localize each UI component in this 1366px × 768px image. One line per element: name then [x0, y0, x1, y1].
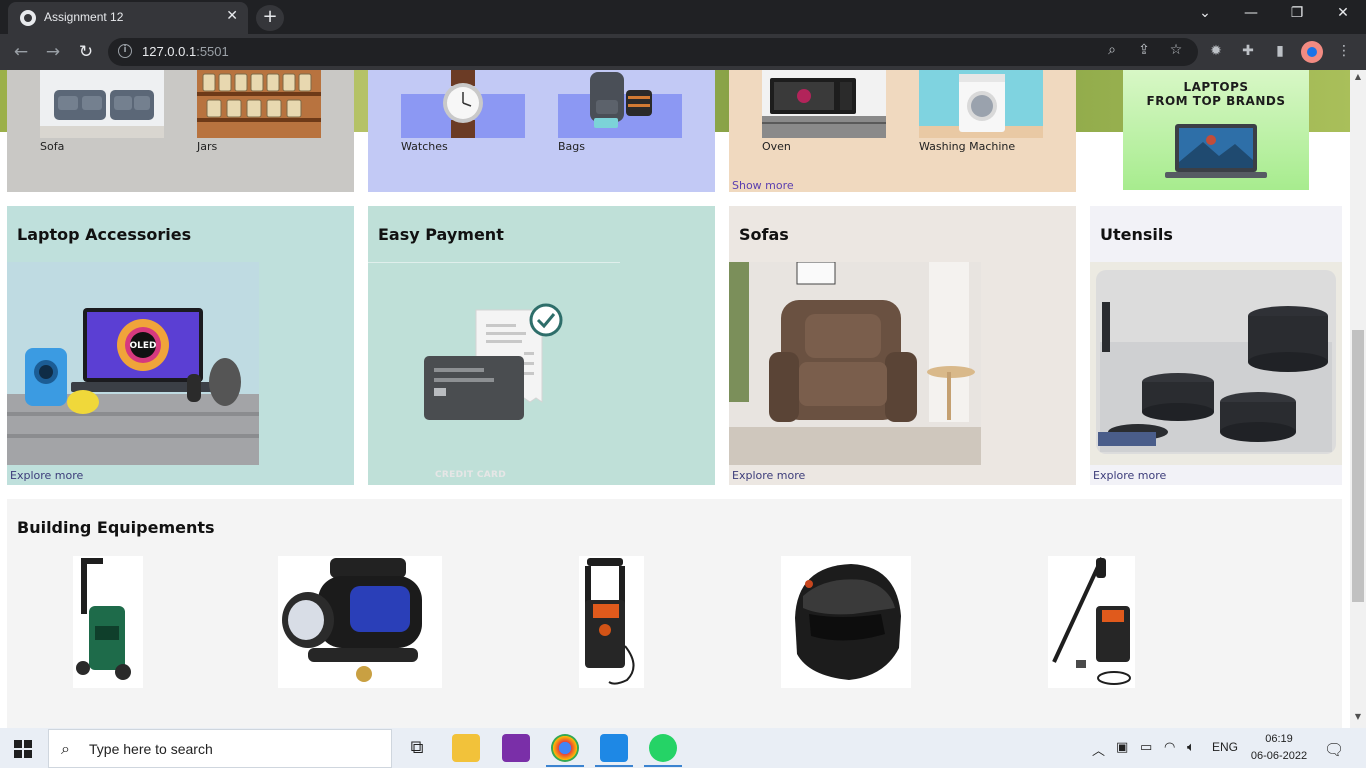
sofas-image[interactable] — [729, 262, 981, 465]
show-hidden-icons-chevron-icon[interactable]: ︿ — [1092, 740, 1105, 759]
vscode-icon[interactable] — [600, 734, 628, 762]
globe-icon — [20, 10, 36, 26]
air-compressor-image[interactable] — [278, 556, 442, 688]
show-more-link[interactable]: Show more — [732, 179, 794, 192]
sofa-image[interactable] — [40, 70, 164, 138]
close-window-button[interactable]: ✕ — [1331, 5, 1355, 21]
laptops-banner[interactable]: LAPTOPS FROM TOP BRANDS — [1123, 70, 1309, 190]
search-icon: ⌕ — [61, 739, 70, 758]
fashion-card: Watches Bags — [368, 70, 715, 192]
back-arrow-icon[interactable]: ← — [10, 41, 32, 63]
page-viewport: Sofa Jars Watches Bags Oven Washing Mach… — [0, 70, 1350, 728]
vscode-active-indicator — [595, 765, 633, 767]
taskbar-clock[interactable]: 06:19 06-06-2022 — [1244, 731, 1314, 765]
helmet-image[interactable] — [781, 556, 911, 688]
toolbar: ← → ↻ i 127.0.0.1:5501 ⌕ ⇪ ☆ — [0, 34, 1366, 70]
svg-text:OLED: OLED — [129, 341, 156, 351]
new-tab-button[interactable]: + — [256, 5, 284, 31]
oven-label[interactable]: Oven — [762, 140, 791, 153]
address-bar[interactable]: i 127.0.0.1:5501 ⌕ ⇪ ☆ — [108, 38, 1198, 66]
sofas-card: Sofas Explore more — [729, 206, 1076, 485]
search-placeholder: Type here to search — [89, 741, 213, 757]
explore-more-link[interactable]: Explore more — [10, 469, 83, 482]
utensils-image[interactable] — [1090, 262, 1342, 465]
sofa-label[interactable]: Sofa — [40, 140, 64, 153]
explore-more-link[interactable]: Explore more — [732, 469, 805, 482]
clock-time: 06:19 — [1265, 733, 1293, 745]
banner-text: LAPTOPS FROM TOP BRANDS — [1146, 80, 1286, 108]
laptop-accessories-image[interactable]: OLED — [7, 262, 259, 465]
tab-title: Assignment 12 — [44, 10, 124, 24]
reload-icon[interactable]: ↻ — [75, 41, 97, 63]
watches-label[interactable]: Watches — [401, 140, 448, 153]
extension-gear-icon[interactable]: ✹ — [1206, 41, 1226, 61]
winrar-icon[interactable] — [502, 734, 530, 762]
whatsapp-active-indicator — [644, 765, 682, 767]
jars-image[interactable] — [197, 70, 321, 138]
task-view-icon[interactable]: ⧉ — [403, 734, 431, 762]
browser-tab-strip: Assignment 12 ✕ + ⌄ — ❐ ✕ — [0, 0, 1366, 34]
chrome-icon[interactable] — [551, 734, 579, 762]
appliances-card: Oven Washing Machine Show more — [729, 70, 1076, 192]
watches-image[interactable] — [401, 70, 525, 138]
browser-menu-icon[interactable]: ⋮ — [1334, 41, 1354, 61]
bags-image[interactable] — [558, 70, 682, 138]
laptop-image — [1165, 124, 1267, 178]
explore-more-link[interactable]: Explore more — [1093, 469, 1166, 482]
oven-image[interactable] — [762, 70, 886, 138]
volume-icon[interactable]: 🔈︎ — [1187, 740, 1195, 755]
card-title: Laptop Accessories — [17, 225, 192, 244]
windows-taskbar: ⌕ Type here to search ⧉ ︿ ▣ ▭ ◠ 🔈︎ ENG 🗨… — [0, 728, 1366, 768]
file-explorer-icon[interactable] — [452, 734, 480, 762]
tab-search-chevron-icon[interactable]: ⌄ — [1193, 5, 1217, 21]
divider — [368, 262, 620, 263]
forward-arrow-icon[interactable]: → — [42, 41, 64, 63]
zoom-icon[interactable]: ⌕ — [1102, 42, 1122, 58]
language-indicator[interactable]: ENG — [1212, 740, 1238, 754]
site-info-icon[interactable]: i — [118, 44, 132, 58]
extensions-puzzle-icon[interactable]: ✚ — [1238, 41, 1258, 61]
wifi-icon[interactable]: ◠ — [1164, 740, 1175, 755]
bookmark-star-icon[interactable]: ☆ — [1166, 42, 1186, 58]
scroll-down-arrow-icon[interactable]: ▼ — [1350, 712, 1366, 724]
washing-machine-label[interactable]: Washing Machine — [919, 140, 1015, 153]
easy-payment-card: Easy Payment CREDIT CARD — [368, 206, 715, 485]
bags-label[interactable]: Bags — [558, 140, 585, 153]
whatsapp-icon[interactable] — [649, 734, 677, 762]
notifications-icon[interactable]: 🗨︎ — [1324, 740, 1344, 759]
meet-now-icon[interactable]: ▣ — [1116, 740, 1128, 755]
profile-avatar[interactable] — [1301, 41, 1323, 63]
chrome-active-indicator — [546, 765, 584, 767]
share-icon[interactable]: ⇪ — [1134, 42, 1154, 58]
windows-start-icon[interactable] — [14, 740, 32, 758]
utensils-card: Utensils Explore more — [1090, 206, 1342, 485]
card-title: Building Equipements — [17, 518, 215, 537]
close-tab-icon[interactable]: ✕ — [226, 8, 238, 24]
card-title: Utensils — [1100, 225, 1173, 244]
card-title: Sofas — [739, 225, 789, 244]
home-card: Sofa Jars — [7, 70, 354, 192]
clock-date: 06-06-2022 — [1250, 750, 1308, 762]
battery-icon[interactable]: ▭ — [1140, 740, 1152, 755]
credit-card-illustration — [424, 303, 563, 420]
card-title: Easy Payment — [378, 225, 504, 244]
credit-card-text: CREDIT CARD — [435, 470, 507, 480]
pressure-washer-gun-image[interactable] — [1048, 556, 1135, 688]
pressure-washer-green-image[interactable] — [73, 556, 143, 688]
pressure-washer-black-image[interactable] — [579, 556, 644, 688]
laptop-accessories-card: Laptop Accessories OLED Explore more — [7, 206, 354, 485]
building-equipments-card: Building Equipements — [7, 499, 1342, 728]
minimize-button[interactable]: — — [1239, 5, 1263, 21]
restore-button[interactable]: ❐ — [1285, 5, 1309, 21]
scrollbar-thumb[interactable] — [1352, 330, 1364, 602]
washing-machine-image[interactable] — [919, 70, 1043, 138]
url-text: 127.0.0.1:5501 — [142, 44, 229, 59]
side-panel-icon[interactable]: ▮ — [1270, 41, 1290, 61]
jars-label[interactable]: Jars — [197, 140, 217, 153]
scroll-up-arrow-icon[interactable]: ▲ — [1350, 72, 1366, 84]
taskbar-search-box[interactable]: ⌕ Type here to search — [48, 729, 392, 768]
browser-tab[interactable]: Assignment 12 ✕ — [8, 2, 248, 34]
